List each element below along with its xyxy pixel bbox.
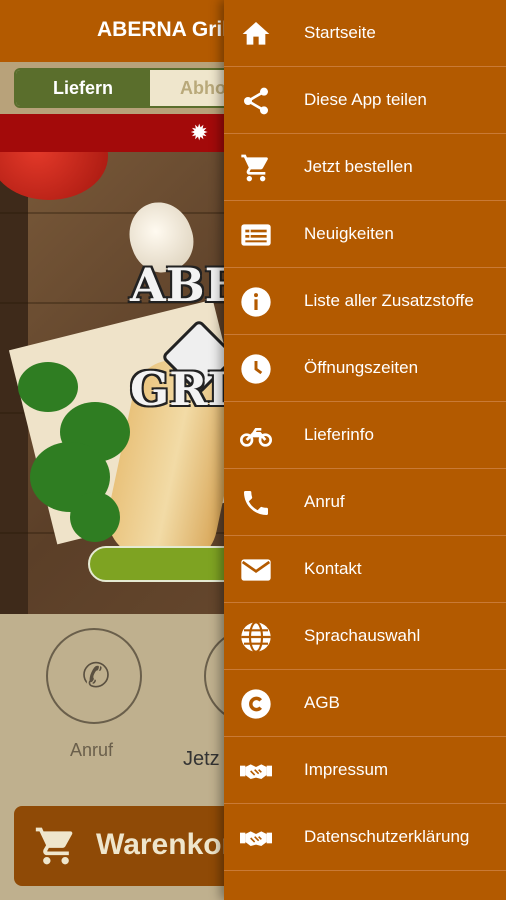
menu-item-news[interactable]: Neuigkeiten <box>224 201 506 268</box>
menu-item-label: Sprachauswahl <box>304 626 421 645</box>
menu-item-language[interactable]: Sprachauswahl <box>224 603 506 670</box>
menu-item-label: Impressum <box>304 760 389 779</box>
menu-item-label: Kontakt <box>304 559 362 578</box>
menu-item-delivery-info[interactable]: Lieferinfo <box>224 402 506 469</box>
menu-item-label: Lieferinfo <box>304 425 374 444</box>
menu-item-contact[interactable]: Kontakt <box>224 536 506 603</box>
menu-item-label: Diese App teilen <box>304 90 427 109</box>
menu-item-label: Startseite <box>304 23 376 42</box>
menu-item-additives[interactable]: Liste aller Zusatzstoffe <box>224 268 506 335</box>
phone-icon <box>240 487 272 519</box>
menu-item-imprint[interactable]: Impressum <box>224 737 506 804</box>
menu-item-label: AGB <box>304 693 340 712</box>
menu-item-label: Jetzt bestellen <box>304 157 413 176</box>
share-icon <box>240 85 272 117</box>
news-icon <box>240 219 272 251</box>
handshake-icon <box>240 822 272 854</box>
cart-icon <box>240 152 272 184</box>
menu-item-label: Datenschutzerklärung <box>304 827 470 846</box>
menu-item-share[interactable]: Diese App teilen <box>224 67 506 134</box>
info-icon <box>240 286 272 318</box>
menu-item-label: Anruf <box>304 492 345 511</box>
copyright-icon <box>240 688 272 720</box>
home-icon <box>240 18 272 50</box>
navigation-drawer: Startseite Diese App teilen Jetzt bestel… <box>224 0 506 900</box>
menu-item-order[interactable]: Jetzt bestellen <box>224 134 506 201</box>
handshake-icon <box>240 755 272 787</box>
menu-item-home[interactable]: Startseite <box>224 0 506 67</box>
mail-icon <box>240 554 272 586</box>
menu-item-label: Neuigkeiten <box>304 224 394 243</box>
clock-icon <box>240 353 272 385</box>
menu-item-call[interactable]: Anruf <box>224 469 506 536</box>
menu-item-opening-hours[interactable]: Öffnungszeiten <box>224 335 506 402</box>
globe-icon <box>240 621 272 653</box>
menu-item-terms[interactable]: AGB <box>224 670 506 737</box>
motorbike-icon <box>240 420 272 452</box>
menu-item-privacy[interactable]: Datenschutzerklärung <box>224 804 506 871</box>
menu-item-label: Öffnungszeiten <box>304 358 419 377</box>
menu-item-label: Liste aller Zusatzstoffe <box>304 291 474 310</box>
